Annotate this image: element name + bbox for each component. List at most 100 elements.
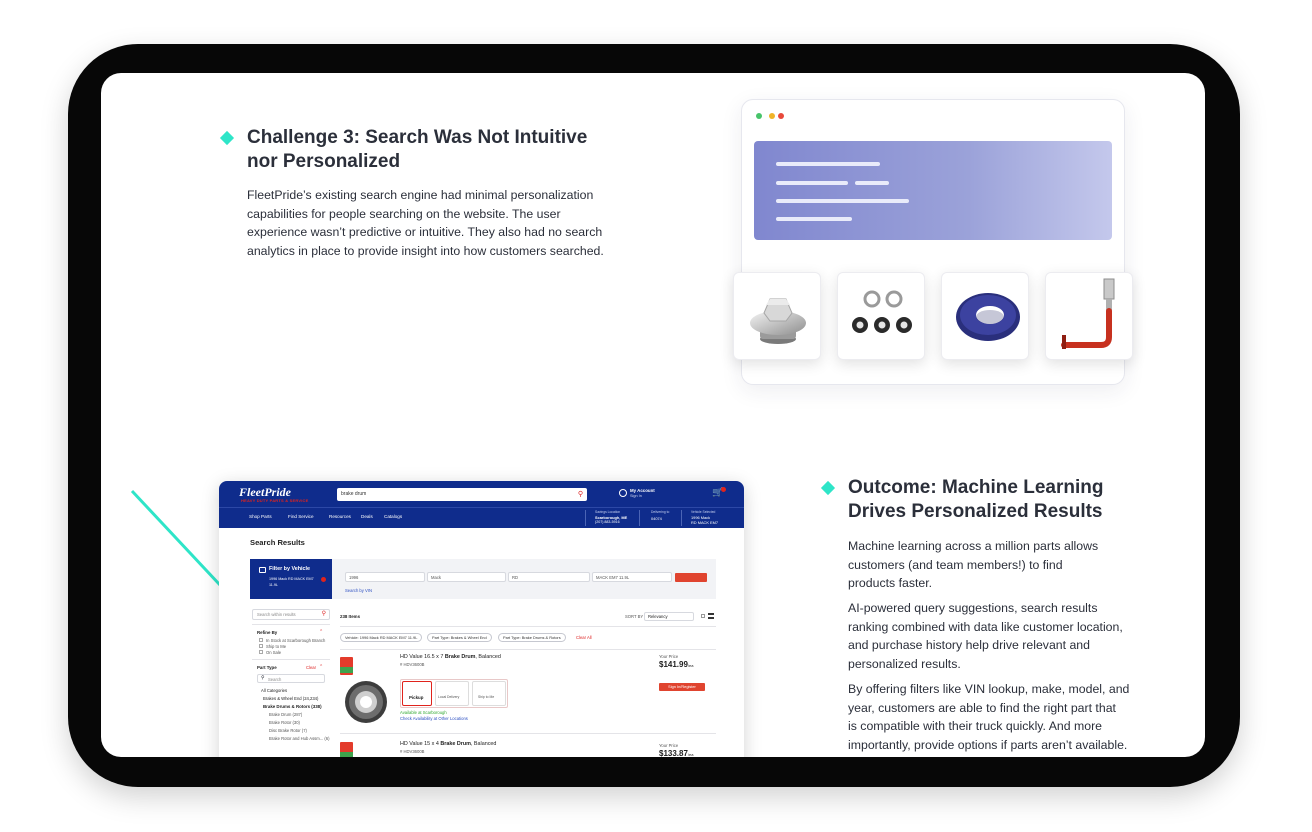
product-name-post: , Balanced [470, 741, 497, 747]
pickup-option[interactable]: Pickup [402, 681, 432, 706]
challenge-title-line1: Challenge 3: Search Was Not Intuitive [247, 127, 588, 148]
make-select[interactable]: Mack [427, 572, 506, 582]
challenge-body-line: experience wasn’t predictive or intuitiv… [247, 225, 603, 239]
outcome-title-line2: Drives Personalized Results [848, 501, 1103, 522]
menu-resources[interactable]: Resources [329, 514, 351, 519]
refine-in-stock[interactable]: In Stock at Scarborough Branch [266, 638, 325, 643]
window-dot-red-icon [778, 113, 784, 119]
product-name[interactable]: HD Value 15 x 4 Brake Drum, Balanced [400, 741, 496, 747]
product-card [941, 272, 1029, 360]
search-icon[interactable]: ⚲ [578, 488, 583, 501]
product-name[interactable]: HD Value 16.5 x 7 Brake Drum, Balanced [400, 654, 501, 660]
local-delivery-option[interactable]: Local Delivery [435, 681, 469, 706]
delivery-zip[interactable]: 04074 [651, 516, 662, 521]
product-card [837, 272, 925, 360]
outcome-line: and purchase history help drive relevant… [848, 638, 1090, 652]
vehicle-line2[interactable]: RD MACK EM7 [691, 520, 718, 525]
engine-select[interactable]: MACK EM7 11.9L [592, 572, 672, 582]
chevron-up-icon[interactable]: ⌃ [319, 664, 323, 670]
menu-catalogs[interactable]: Catalogs [384, 514, 402, 519]
divider [681, 510, 682, 526]
text-placeholder-bar [855, 181, 889, 185]
page-title: Search Results [250, 538, 305, 547]
bullet-diamond-icon [219, 130, 235, 146]
menu-deals[interactable]: Deals [361, 514, 373, 519]
filter-chip[interactable]: Part Type: Brake Drums & Rotors [498, 633, 566, 642]
category-item[interactable]: All Categories [261, 688, 287, 693]
search-icon[interactable]: ⚲ [322, 610, 326, 617]
product-name-pre: HD Value 16.5 x 7 [400, 654, 445, 660]
category-item[interactable]: Disc Brake Rotor (7) [269, 728, 307, 733]
vehicle-go-button[interactable] [675, 573, 707, 582]
tablet-screen: Challenge 3: Search Was Not Intuitive no… [101, 73, 1205, 757]
brake-drum-image[interactable] [343, 679, 389, 725]
oring-icon [956, 293, 1020, 341]
product-name-bold: Brake Drum [444, 654, 476, 660]
year-select[interactable]: 1996 [345, 572, 425, 582]
fleetpride-logo-sub: HEAVY DUTY PARTS & SERVICE [241, 498, 309, 503]
category-item[interactable]: Brakes & Wheel End (24,234) [263, 696, 318, 701]
challenge-title-line2: nor Personalized [247, 151, 401, 172]
category-item[interactable]: Brake Rotor and Hub Assm... (6) [269, 736, 330, 741]
refine-ship-to-me[interactable]: Ship to Me [266, 644, 286, 649]
make-select-value: Mack [431, 575, 442, 580]
filter-chip[interactable]: Part Type: Brakes & Wheel End [427, 633, 492, 642]
list-view-icon[interactable] [708, 613, 714, 619]
price-label: Your Price [659, 654, 679, 659]
category-item[interactable]: Brake Drum (287) [269, 712, 302, 717]
divider [340, 733, 716, 734]
product-sku: # HDV3600B [400, 662, 425, 667]
ship-to-me-option[interactable]: Ship to Me [472, 681, 506, 706]
product-card [733, 272, 821, 360]
text-placeholder-bar [776, 199, 909, 203]
check-availability-link[interactable]: Check Availability at Other Locations [400, 716, 468, 721]
outcome-title-line1: Outcome: Machine Learning [848, 477, 1104, 498]
text-placeholder-bar [776, 162, 880, 166]
refine-by-title: Refine By [257, 630, 278, 635]
model-select[interactable]: RD [508, 572, 590, 582]
sort-select[interactable]: Relevancy [644, 612, 694, 621]
divider [252, 624, 330, 625]
search-by-vin-link[interactable]: Search by VIN [345, 588, 372, 593]
search-within-input[interactable]: Search within results ⚲ [252, 609, 330, 620]
part-type-search[interactable]: Search ⚲ [257, 674, 325, 683]
category-item[interactable]: Brake Drums & Rotors (338) [263, 704, 322, 709]
part-type-search-placeholder: Search [268, 677, 282, 682]
remove-vehicle-icon[interactable] [321, 577, 326, 582]
checkbox[interactable] [259, 650, 263, 654]
checkbox[interactable] [259, 638, 263, 642]
menu-find-service[interactable]: Find Service [288, 514, 314, 519]
challenge-body: FleetPride’s existing search engine had … [247, 186, 667, 260]
site-search-input[interactable]: brake drum ⚲ [337, 488, 587, 501]
price-unit: /ea [687, 663, 694, 668]
menu-shop-parts[interactable]: Shop Parts [249, 514, 272, 519]
checkbox[interactable] [259, 644, 263, 648]
part-type-clear[interactable]: Clear [306, 665, 316, 670]
brand-badge-green [340, 667, 353, 673]
outcome-line: importantly, provide options if parts ar… [848, 737, 1128, 752]
pickup-label: Pickup [409, 695, 424, 700]
sign-in-link[interactable]: Sign In [630, 494, 642, 498]
grid-view-icon[interactable] [701, 614, 705, 618]
hero-banner [754, 141, 1112, 240]
bullet-diamond-icon [820, 480, 836, 496]
category-item[interactable]: Brake Rotor (30) [269, 720, 300, 725]
chevron-up-icon[interactable]: ⌃ [319, 629, 323, 635]
challenge-body-line: capabilities for people searching on the… [247, 206, 561, 221]
outcome-para-1: Machine learning across a million parts … [848, 537, 1178, 593]
local-delivery-label: Local Delivery [438, 695, 460, 699]
filter-chip[interactable]: Vehicle: 1996 Mack RD MACK EM7 11.9L [340, 633, 423, 642]
outcome-line: By offering filters like VIN lookup, mak… [848, 682, 1130, 696]
filter-by-vehicle-sub: 1996 Mack RD MACK EM7 11.9L [269, 577, 314, 587]
part-type-title: Part Type [257, 665, 277, 670]
sign-in-register-button[interactable]: Sign In/Register [659, 683, 705, 691]
cart-badge [721, 487, 726, 492]
item-count: 238 Items [340, 614, 361, 619]
product-price: $133.87/ea [659, 749, 693, 757]
refine-on-sale[interactable]: On Sale [266, 650, 281, 655]
account-link[interactable]: My Account [630, 488, 655, 493]
clear-all-filters[interactable]: Clear All [576, 635, 592, 640]
window-dot-green-icon [756, 113, 762, 119]
decorative-line [130, 489, 222, 587]
account-icon[interactable] [619, 489, 627, 497]
